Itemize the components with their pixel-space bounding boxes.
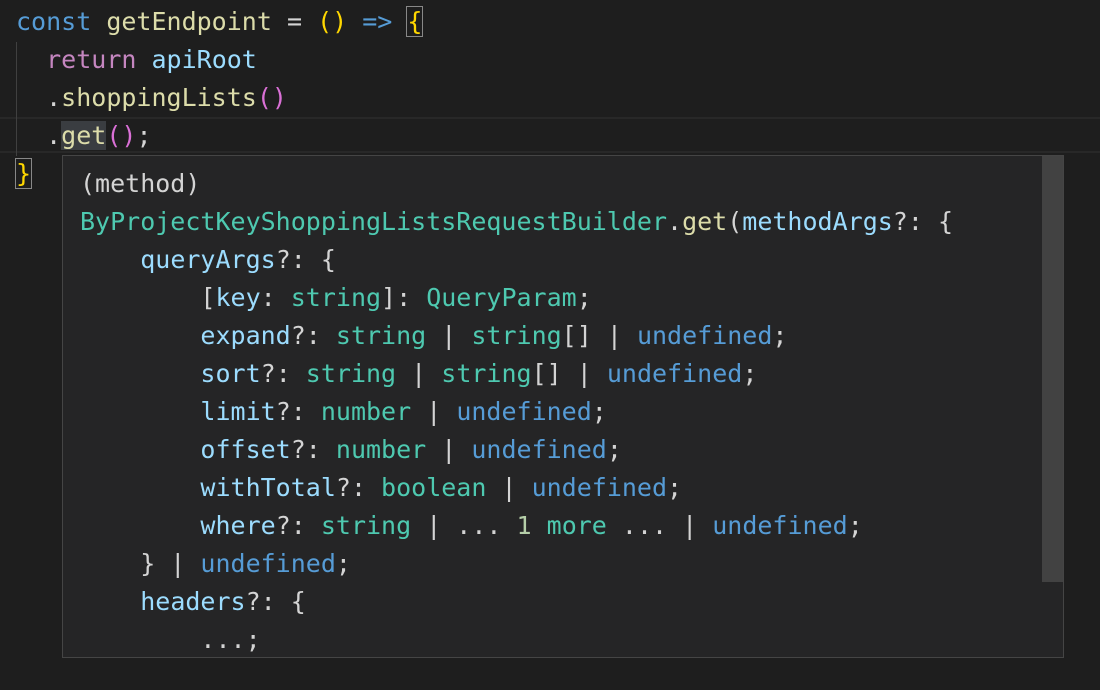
code-line-4[interactable]: .get();	[16, 117, 152, 155]
hover-line-9: withTotal?: boolean | undefined;	[200, 473, 683, 502]
parens: ()	[106, 121, 137, 150]
dot: .	[46, 83, 62, 112]
dot: .	[46, 121, 62, 150]
hover-line-5: expand?: string | string[] | undefined;	[200, 321, 788, 350]
arrow: =>	[347, 7, 408, 36]
close-brace: }	[14, 158, 33, 189]
current-line-highlight	[0, 117, 1100, 153]
keyword-return: return	[46, 45, 137, 74]
method-get: get	[61, 121, 107, 150]
param-name: methodArgs	[742, 207, 893, 236]
hover-tooltip[interactable]: (method) ByProjectKeyShoppingListsReques…	[62, 155, 1064, 658]
equals: =	[271, 7, 318, 36]
hover-line-12: headers?: {	[140, 587, 306, 616]
hover-line-11: } | undefined;	[80, 549, 351, 578]
class-name: ByProjectKeyShoppingListsRequestBuilder	[80, 207, 667, 236]
hover-line-2: ByProjectKeyShoppingListsRequestBuilder.…	[80, 207, 954, 236]
hover-scrollbar[interactable]	[1042, 156, 1063, 582]
hover-line-3: queryArgs?: {	[140, 245, 336, 274]
hover-line-13: ...;	[80, 625, 261, 654]
code-line-1[interactable]: const getEndpoint = () => {	[16, 3, 424, 41]
identifier-apiRoot: apiRoot	[151, 45, 257, 74]
hover-line-10: where?: string | ... 1 more ... | undefi…	[200, 511, 863, 540]
parens: ()	[256, 83, 287, 112]
hover-line-8: offset?: number | undefined;	[200, 435, 622, 464]
hover-line-4: [key: string]: QueryParam;	[80, 283, 592, 312]
code-line-5[interactable]: }	[14, 155, 33, 193]
semicolon: ;	[136, 121, 152, 150]
method-shoppingLists: shoppingLists	[61, 83, 257, 112]
method-name: get	[682, 207, 728, 236]
hover-line-7: limit?: number | undefined;	[200, 397, 607, 426]
function-name: getEndpoint	[106, 7, 272, 36]
keyword-const: const	[16, 7, 92, 36]
hover-line-1: (method)	[80, 169, 201, 198]
open-brace: {	[406, 6, 424, 37]
hover-line-6: sort?: string | string[] | undefined;	[200, 359, 758, 388]
code-editor[interactable]: const getEndpoint = () => { return apiRo…	[0, 0, 1100, 690]
code-line-3[interactable]: .shoppingLists()	[16, 79, 287, 117]
code-line-2[interactable]: return apiRoot	[16, 41, 257, 79]
parens: ()	[317, 7, 348, 36]
